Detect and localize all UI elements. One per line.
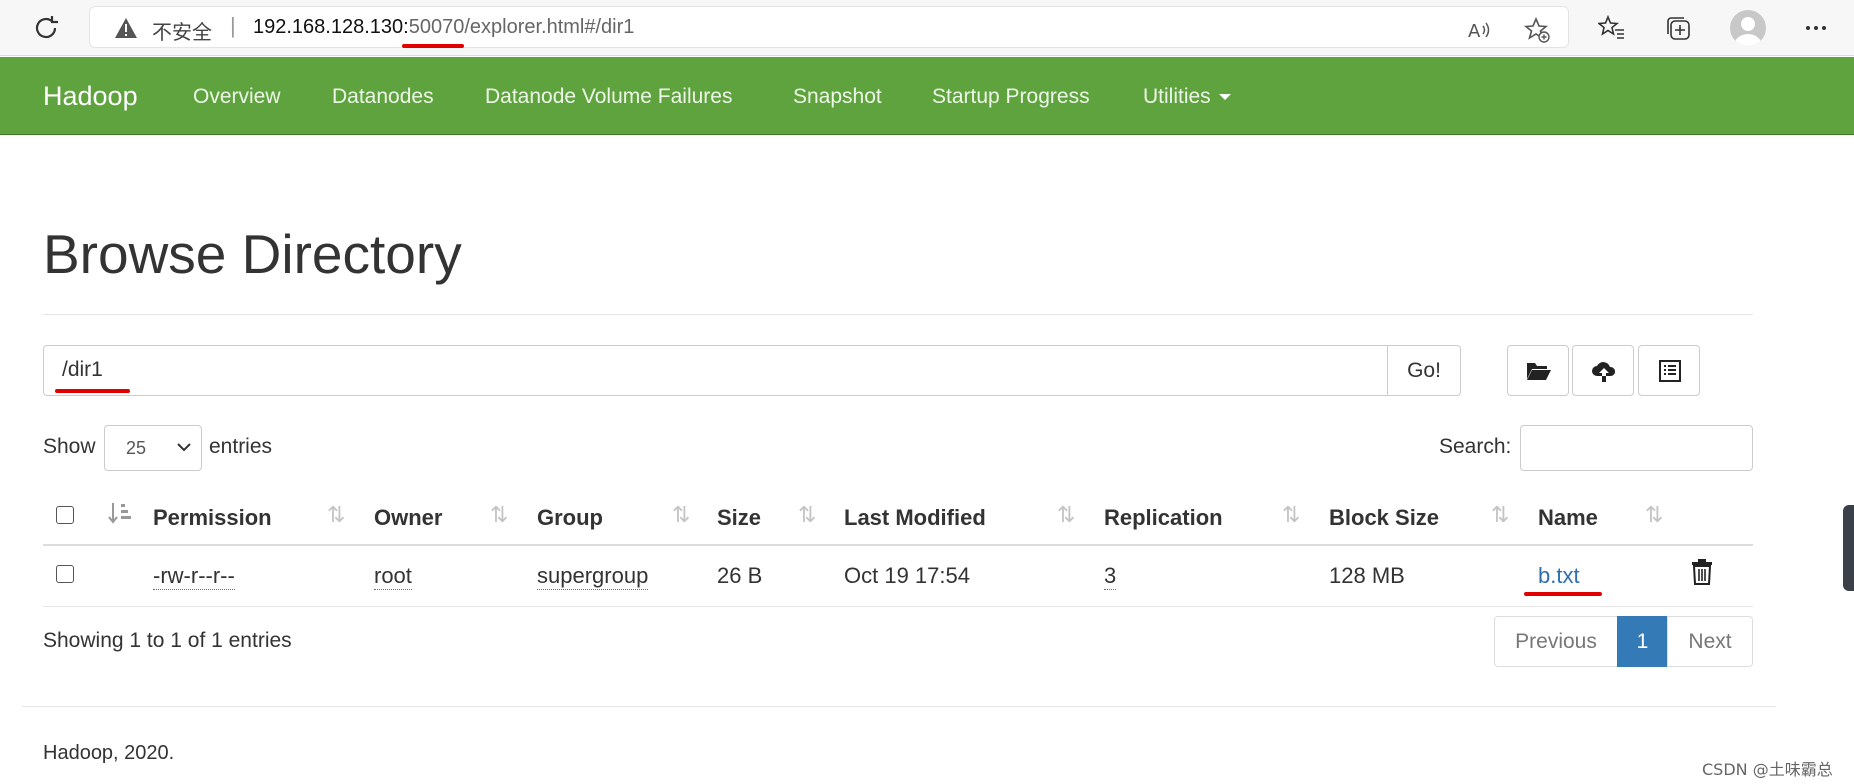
url-path: /explorer.html#/dir1 [464, 16, 635, 38]
cell-name-link[interactable]: b.txt [1538, 563, 1580, 589]
select-all-checkbox[interactable] [56, 506, 74, 524]
svg-text:A: A [1468, 21, 1481, 42]
caret-down-icon [1218, 94, 1231, 101]
next-button[interactable]: Next [1667, 616, 1753, 667]
title-divider [43, 314, 1753, 315]
nav-utilities-label: Utilities [1143, 85, 1211, 108]
header-owner[interactable]: Owner [374, 505, 442, 531]
header-block-size[interactable]: Block Size [1329, 505, 1439, 531]
go-button[interactable]: Go! [1387, 345, 1461, 396]
search-input[interactable] [1520, 425, 1753, 471]
entries-select-value: 25 [126, 438, 147, 458]
header-group[interactable]: Group [537, 505, 603, 531]
footer-text: Hadoop, 2020. [43, 742, 175, 764]
sort-icon[interactable]: ⇅ [1645, 502, 1663, 528]
nav-overview[interactable]: Overview [193, 85, 281, 109]
cut-paste-button[interactable] [1638, 345, 1700, 396]
directory-path-input[interactable]: /dir1 [43, 345, 1388, 396]
read-aloud-icon[interactable]: A [1466, 17, 1492, 43]
page-title: Browse Directory [43, 223, 462, 285]
cell-replication[interactable]: 3 [1104, 563, 1117, 590]
nav-snapshot[interactable]: Snapshot [793, 85, 882, 109]
trash-icon[interactable] [1691, 559, 1713, 585]
chevron-down-icon [177, 443, 191, 452]
nav-startup-progress[interactable]: Startup Progress [932, 85, 1090, 109]
nav-datanodes[interactable]: Datanodes [332, 85, 434, 109]
sort-icon[interactable]: ⇅ [672, 502, 690, 528]
row-checkbox[interactable] [56, 565, 74, 583]
warning-icon[interactable] [114, 17, 138, 39]
url-port: 50070 [408, 16, 465, 38]
entries-label: entries [209, 435, 273, 458]
entries-select[interactable]: 25 [104, 425, 202, 471]
cell-group[interactable]: supergroup [537, 563, 649, 590]
previous-button[interactable]: Previous [1494, 616, 1618, 667]
hadoop-navbar: Hadoop Overview Datanodes Datanode Volum… [0, 57, 1854, 135]
browser-toolbar: 不安全 | 192.168.128.130:50070/explorer.htm… [0, 0, 1854, 56]
header-name[interactable]: Name [1538, 505, 1598, 531]
sort-icon[interactable]: ⇅ [1282, 502, 1300, 528]
header-size[interactable]: Size [717, 505, 761, 531]
url-text[interactable]: 192.168.128.130:50070/explorer.html#/dir… [253, 16, 634, 39]
cell-owner[interactable]: root [374, 563, 412, 590]
more-options-icon[interactable] [1802, 14, 1830, 42]
nav-utilities[interactable]: Utilities [1143, 85, 1231, 109]
reload-icon[interactable] [30, 12, 62, 44]
sort-amount-asc-icon[interactable] [107, 500, 133, 526]
sort-icon[interactable]: ⇅ [798, 502, 816, 528]
header-permission[interactable]: Permission [153, 505, 272, 531]
collections-icon[interactable] [1664, 14, 1692, 42]
pagination-info: Showing 1 to 1 of 1 entries [43, 629, 292, 652]
annotation-underline-port [402, 44, 464, 48]
profile-avatar[interactable] [1730, 10, 1766, 46]
create-directory-button[interactable] [1507, 345, 1569, 396]
brand-hadoop[interactable]: Hadoop [43, 81, 138, 112]
table-row-divider [43, 606, 1753, 607]
address-bar[interactable]: 不安全 | 192.168.128.130:50070/explorer.htm… [89, 6, 1569, 48]
user-icon [1734, 17, 1762, 46]
cloud-upload-icon [1592, 362, 1616, 382]
favorites-icon[interactable] [1598, 14, 1626, 42]
side-panel-handle[interactable] [1843, 505, 1854, 591]
cell-block-size: 128 MB [1329, 563, 1405, 588]
sort-icon[interactable]: ⇅ [1057, 502, 1075, 528]
security-label[interactable]: 不安全 [152, 16, 212, 45]
upload-button[interactable] [1572, 345, 1634, 396]
list-alt-icon [1659, 360, 1681, 382]
show-label: Show [43, 435, 96, 458]
folder-open-icon [1527, 363, 1551, 380]
sort-icon[interactable]: ⇅ [1491, 502, 1509, 528]
footer-divider [22, 706, 1776, 707]
favorite-add-icon[interactable] [1524, 17, 1550, 43]
annotation-underline-name [1524, 592, 1602, 596]
address-separator: | [230, 13, 236, 38]
url-host: 192.168.128.130: [253, 16, 409, 38]
page-1-button[interactable]: 1 [1617, 616, 1668, 667]
table-header-divider [43, 544, 1753, 546]
annotation-underline-path [55, 389, 130, 393]
watermark: CSDN @土味霸总 [1702, 760, 1833, 779]
search-label: Search: [1439, 435, 1512, 458]
header-last-modified[interactable]: Last Modified [844, 505, 986, 531]
nav-datanode-volume-failures[interactable]: Datanode Volume Failures [485, 85, 732, 109]
cell-permission[interactable]: -rw-r--r-- [153, 563, 235, 590]
header-replication[interactable]: Replication [1104, 505, 1223, 531]
sort-icon[interactable]: ⇅ [327, 502, 345, 528]
cell-size: 26 B [717, 563, 763, 588]
sort-icon[interactable]: ⇅ [490, 502, 508, 528]
cell-last-modified: Oct 19 17:54 [844, 563, 970, 588]
